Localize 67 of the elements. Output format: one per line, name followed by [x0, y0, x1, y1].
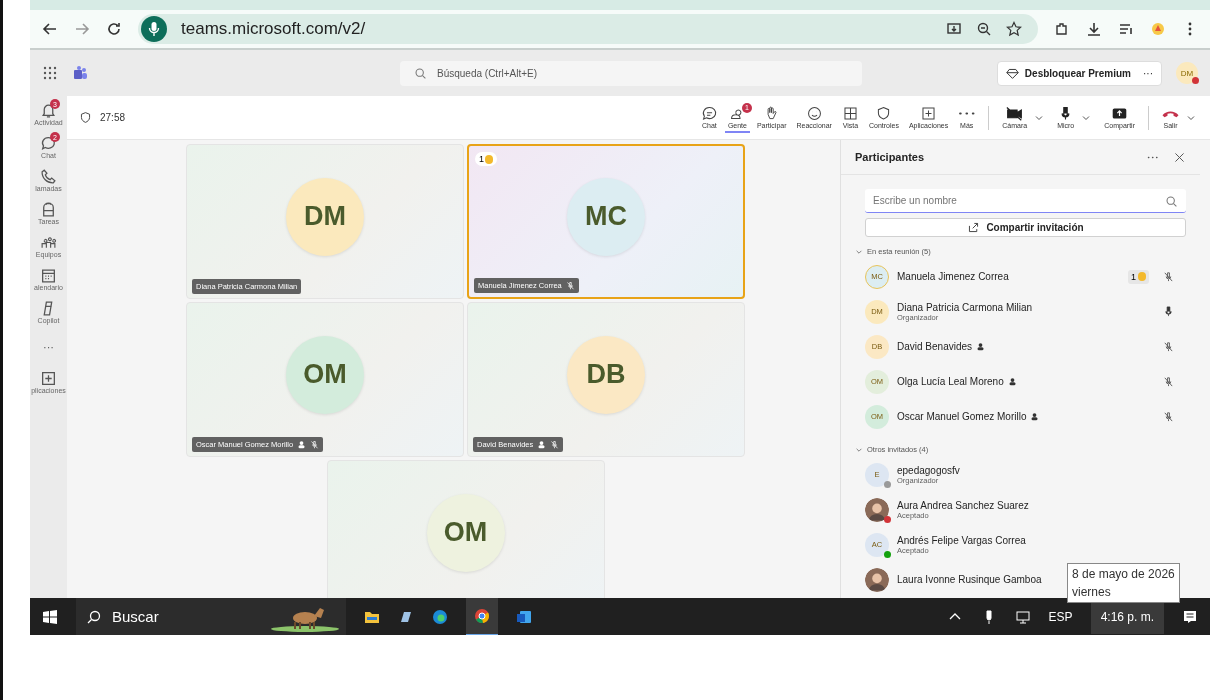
chrome-icon[interactable]: [466, 597, 498, 635]
participant-name: Manuela Jimenez Correa: [897, 271, 1009, 282]
avatar: MC: [567, 177, 645, 256]
user-avatar[interactable]: DM: [1176, 62, 1198, 84]
install-icon[interactable]: [946, 21, 962, 37]
teams-logo-icon: [72, 65, 88, 81]
shield-icon: [79, 111, 92, 124]
search-icon: [414, 66, 427, 80]
premium-button[interactable]: Desbloquear Premium ···: [996, 60, 1162, 86]
raised-hand-badge: 1: [475, 152, 497, 166]
windows-start-icon[interactable]: [42, 608, 58, 625]
name-search-field[interactable]: Escribe un nombre: [865, 189, 1186, 214]
search-icon: [86, 608, 102, 625]
queue-icon[interactable]: [1118, 21, 1134, 37]
avatar: OM: [286, 335, 364, 414]
camera-off-icon: [1006, 104, 1024, 122]
chat-icon: [40, 135, 57, 152]
people-icon: [40, 234, 57, 251]
grid-icon: [841, 104, 859, 122]
plus-icon: [920, 104, 938, 122]
participant-name: epedagogosfv: [897, 464, 960, 476]
participant-name: Andrés Felipe Vargas Correa: [897, 534, 1026, 546]
microphone-icon: [141, 16, 167, 42]
star-icon[interactable]: [1006, 21, 1022, 37]
rail-item[interactable]: ···: [30, 333, 67, 361]
app-launcher-icon[interactable]: [42, 65, 58, 81]
forward-icon[interactable]: [74, 21, 90, 37]
avatar: DB: [567, 335, 645, 414]
word-icon[interactable]: [516, 608, 532, 625]
participant-name: Oscar Manuel Gomez Morillo: [897, 411, 1027, 422]
meeting-timer: 27:58: [100, 112, 126, 123]
share-invite-button[interactable]: Compartir invitación: [865, 218, 1186, 237]
search-field[interactable]: Búsqueda (Ctrl+Alt+E): [400, 60, 862, 86]
participant-name: Laura Ivonne Rusinque Gamboa: [897, 574, 1042, 585]
chat-icon: [700, 104, 718, 122]
phone-icon: [40, 168, 57, 185]
share-icon: [967, 221, 981, 235]
diamond-icon: [1005, 66, 1019, 80]
search-icon: [1165, 195, 1178, 209]
network-icon[interactable]: [1014, 608, 1031, 625]
taskbar-search[interactable]: Buscar: [76, 598, 346, 635]
zoom-icon[interactable]: [976, 21, 992, 37]
download-icon[interactable]: [1086, 21, 1102, 37]
address-bar[interactable]: teams.microsoft.com/v2/: [138, 14, 1038, 44]
extensions-icon[interactable]: [1054, 21, 1070, 37]
participant-name: Diana Patricia Carmona Milian: [897, 301, 1033, 313]
panel-title: Participantes: [855, 151, 925, 164]
date-tooltip: 8 de mayo de 2026 viernes: [1067, 563, 1180, 603]
close-icon[interactable]: [1173, 150, 1186, 164]
avatar: OM: [426, 493, 505, 572]
bell-icon: [40, 102, 57, 119]
more-icon: [958, 110, 976, 116]
participant-name: Aura Andrea Sanchez Suarez: [897, 499, 1029, 511]
smiley-icon: [805, 104, 823, 122]
hang-up-icon: [1162, 109, 1179, 118]
calendar-icon: [40, 267, 57, 284]
plus-icon: [40, 370, 57, 387]
avatar: DM: [286, 177, 364, 256]
raised-hand-badge: 1: [1128, 269, 1149, 284]
browser-icon[interactable]: [432, 608, 448, 625]
participant-name: Olga Lucía Leal Moreno: [897, 376, 1004, 387]
participant-name: David Benavides: [897, 341, 973, 352]
back-icon[interactable]: [42, 21, 58, 37]
language-indicator[interactable]: ESP: [1048, 609, 1073, 624]
reload-icon[interactable]: [106, 21, 122, 37]
backpack-icon: [40, 201, 57, 218]
notifications-icon[interactable]: [1182, 608, 1198, 625]
